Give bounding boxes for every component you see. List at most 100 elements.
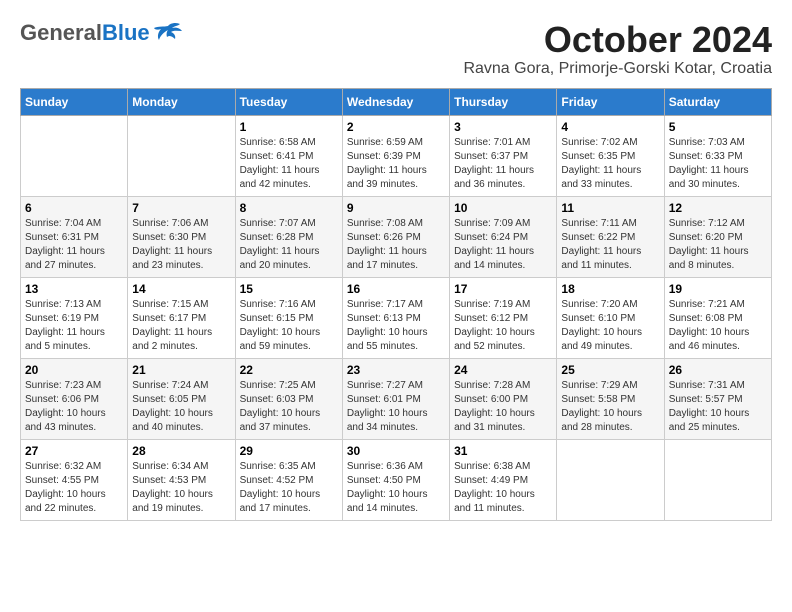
day-info: Sunrise: 7:04 AMSunset: 6:31 PMDaylight:…: [25, 217, 123, 273]
calendar-week-row: 6 Sunrise: 7:04 AMSunset: 6:31 PMDaylight…: [21, 196, 772, 277]
day-number: 28: [132, 444, 230, 458]
calendar-cell: [21, 115, 128, 196]
calendar-cell: 11 Sunrise: 7:11 AMSunset: 6:22 PMDayligh…: [557, 196, 664, 277]
day-info: Sunrise: 7:09 AMSunset: 6:24 PMDaylight:…: [454, 217, 552, 273]
day-number: 19: [669, 282, 767, 296]
calendar-cell: 26 Sunrise: 7:31 AMSunset: 5:57 PMDayligh…: [664, 358, 771, 439]
calendar-cell: 6 Sunrise: 7:04 AMSunset: 6:31 PMDaylight…: [21, 196, 128, 277]
calendar-cell: 18Sunrise: 7:20 AMSunset: 6:10 PMDayligh…: [557, 277, 664, 358]
logo-bird-icon: [154, 22, 182, 44]
location-title: Ravna Gora, Primorje-Gorski Kotar, Croat…: [463, 60, 772, 78]
logo-text: GeneralBlue: [20, 20, 150, 46]
calendar-cell: 21Sunrise: 7:24 AMSunset: 6:05 PMDayligh…: [128, 358, 235, 439]
day-number: 16: [347, 282, 445, 296]
calendar-week-row: 13 Sunrise: 7:13 AMSunset: 6:19 PMDayligh…: [21, 277, 772, 358]
day-number: 14: [132, 282, 230, 296]
day-of-week-header: Friday: [557, 88, 664, 115]
day-number: 1: [240, 120, 338, 134]
calendar-cell: 10 Sunrise: 7:09 AMSunset: 6:24 PMDayligh…: [450, 196, 557, 277]
day-number: 26: [669, 363, 767, 377]
calendar-cell: 2 Sunrise: 6:59 AMSunset: 6:39 PMDaylight…: [342, 115, 449, 196]
day-number: 31: [454, 444, 552, 458]
calendar-header-row: SundayMondayTuesdayWednesdayThursdayFrid…: [21, 88, 772, 115]
day-info: Sunrise: 7:08 AMSunset: 6:26 PMDaylight:…: [347, 217, 445, 273]
calendar-cell: 30Sunrise: 6:36 AMSunset: 4:50 PMDayligh…: [342, 439, 449, 520]
calendar-table: SundayMondayTuesdayWednesdayThursdayFrid…: [20, 88, 772, 521]
title-section: October 2024 Ravna Gora, Primorje-Gorski…: [463, 20, 772, 78]
day-info: Sunrise: 7:28 AMSunset: 6:00 PMDaylight:…: [454, 379, 552, 435]
day-info: Sunrise: 7:13 AMSunset: 6:19 PMDaylight:…: [25, 298, 123, 354]
calendar-cell: 9 Sunrise: 7:08 AMSunset: 6:26 PMDaylight…: [342, 196, 449, 277]
day-number: 23: [347, 363, 445, 377]
day-number: 20: [25, 363, 123, 377]
calendar-week-row: 27 Sunrise: 6:32 AMSunset: 4:55 PMDayligh…: [21, 439, 772, 520]
day-info: Sunrise: 7:11 AMSunset: 6:22 PMDaylight:…: [561, 217, 659, 273]
day-number: 5: [669, 120, 767, 134]
day-number: 9: [347, 201, 445, 215]
calendar-cell: 19 Sunrise: 7:21 AMSunset: 6:08 PMDayligh…: [664, 277, 771, 358]
day-number: 27: [25, 444, 123, 458]
day-number: 13: [25, 282, 123, 296]
day-number: 22: [240, 363, 338, 377]
calendar-cell: 16Sunrise: 7:17 AMSunset: 6:13 PMDayligh…: [342, 277, 449, 358]
day-info: Sunrise: 6:32 AMSunset: 4:55 PMDaylight:…: [25, 460, 123, 516]
day-number: 12: [669, 201, 767, 215]
day-number: 15: [240, 282, 338, 296]
calendar-cell: 1 Sunrise: 6:58 AMSunset: 6:41 PMDaylight…: [235, 115, 342, 196]
day-info: Sunrise: 7:12 AMSunset: 6:20 PMDaylight:…: [669, 217, 767, 273]
day-number: 6: [25, 201, 123, 215]
day-info: Sunrise: 6:38 AMSunset: 4:49 PMDaylight:…: [454, 460, 552, 516]
day-number: 21: [132, 363, 230, 377]
day-of-week-header: Thursday: [450, 88, 557, 115]
calendar-cell: 5 Sunrise: 7:03 AMSunset: 6:33 PMDaylight…: [664, 115, 771, 196]
calendar-week-row: 20 Sunrise: 7:23 AMSunset: 6:06 PMDayligh…: [21, 358, 772, 439]
day-info: Sunrise: 7:21 AMSunset: 6:08 PMDaylight:…: [669, 298, 767, 354]
calendar-cell: 8Sunrise: 7:07 AMSunset: 6:28 PMDaylight…: [235, 196, 342, 277]
calendar-cell: 4 Sunrise: 7:02 AMSunset: 6:35 PMDaylight…: [557, 115, 664, 196]
calendar-cell: 14 Sunrise: 7:15 AMSunset: 6:17 PMDayligh…: [128, 277, 235, 358]
day-number: 4: [561, 120, 659, 134]
day-number: 2: [347, 120, 445, 134]
day-info: Sunrise: 7:27 AMSunset: 6:01 PMDaylight:…: [347, 379, 445, 435]
day-info: Sunrise: 6:34 AMSunset: 4:53 PMDaylight:…: [132, 460, 230, 516]
month-title: October 2024: [463, 20, 772, 60]
day-info: Sunrise: 7:03 AMSunset: 6:33 PMDaylight:…: [669, 136, 767, 192]
calendar-cell: 29Sunrise: 6:35 AMSunset: 4:52 PMDayligh…: [235, 439, 342, 520]
day-info: Sunrise: 7:20 AMSunset: 6:10 PMDaylight:…: [561, 298, 659, 354]
day-info: Sunrise: 6:58 AMSunset: 6:41 PMDaylight:…: [240, 136, 338, 192]
calendar-cell: 22 Sunrise: 7:25 AMSunset: 6:03 PMDayligh…: [235, 358, 342, 439]
calendar-cell: 20 Sunrise: 7:23 AMSunset: 6:06 PMDayligh…: [21, 358, 128, 439]
day-info: Sunrise: 7:06 AMSunset: 6:30 PMDaylight:…: [132, 217, 230, 273]
day-number: 25: [561, 363, 659, 377]
day-info: Sunrise: 6:35 AMSunset: 4:52 PMDaylight:…: [240, 460, 338, 516]
day-number: 30: [347, 444, 445, 458]
day-of-week-header: Sunday: [21, 88, 128, 115]
calendar-cell: 28 Sunrise: 6:34 AMSunset: 4:53 PMDayligh…: [128, 439, 235, 520]
calendar-cell: 23 Sunrise: 7:27 AMSunset: 6:01 PMDayligh…: [342, 358, 449, 439]
calendar-cell: 27 Sunrise: 6:32 AMSunset: 4:55 PMDayligh…: [21, 439, 128, 520]
day-info: Sunrise: 7:23 AMSunset: 6:06 PMDaylight:…: [25, 379, 123, 435]
calendar-cell: 31 Sunrise: 6:38 AMSunset: 4:49 PMDayligh…: [450, 439, 557, 520]
day-of-week-header: Wednesday: [342, 88, 449, 115]
day-of-week-header: Tuesday: [235, 88, 342, 115]
day-info: Sunrise: 7:02 AMSunset: 6:35 PMDaylight:…: [561, 136, 659, 192]
day-info: Sunrise: 7:29 AMSunset: 5:58 PMDaylight:…: [561, 379, 659, 435]
day-number: 8: [240, 201, 338, 215]
day-info: Sunrise: 7:15 AMSunset: 6:17 PMDaylight:…: [132, 298, 230, 354]
day-info: Sunrise: 7:31 AMSunset: 5:57 PMDaylight:…: [669, 379, 767, 435]
day-number: 10: [454, 201, 552, 215]
calendar-cell: 24Sunrise: 7:28 AMSunset: 6:00 PMDayligh…: [450, 358, 557, 439]
day-info: Sunrise: 7:25 AMSunset: 6:03 PMDaylight:…: [240, 379, 338, 435]
day-info: Sunrise: 7:19 AMSunset: 6:12 PMDaylight:…: [454, 298, 552, 354]
calendar-cell: [664, 439, 771, 520]
day-number: 11: [561, 201, 659, 215]
calendar-cell: [557, 439, 664, 520]
day-info: Sunrise: 6:59 AMSunset: 6:39 PMDaylight:…: [347, 136, 445, 192]
page-header: GeneralBlue October 2024 Ravna Gora, Pri…: [20, 20, 772, 78]
calendar-cell: 15Sunrise: 7:16 AMSunset: 6:15 PMDayligh…: [235, 277, 342, 358]
calendar-cell: 13 Sunrise: 7:13 AMSunset: 6:19 PMDayligh…: [21, 277, 128, 358]
day-number: 17: [454, 282, 552, 296]
calendar-cell: 25 Sunrise: 7:29 AMSunset: 5:58 PMDayligh…: [557, 358, 664, 439]
calendar-week-row: 1 Sunrise: 6:58 AMSunset: 6:41 PMDaylight…: [21, 115, 772, 196]
day-number: 3: [454, 120, 552, 134]
